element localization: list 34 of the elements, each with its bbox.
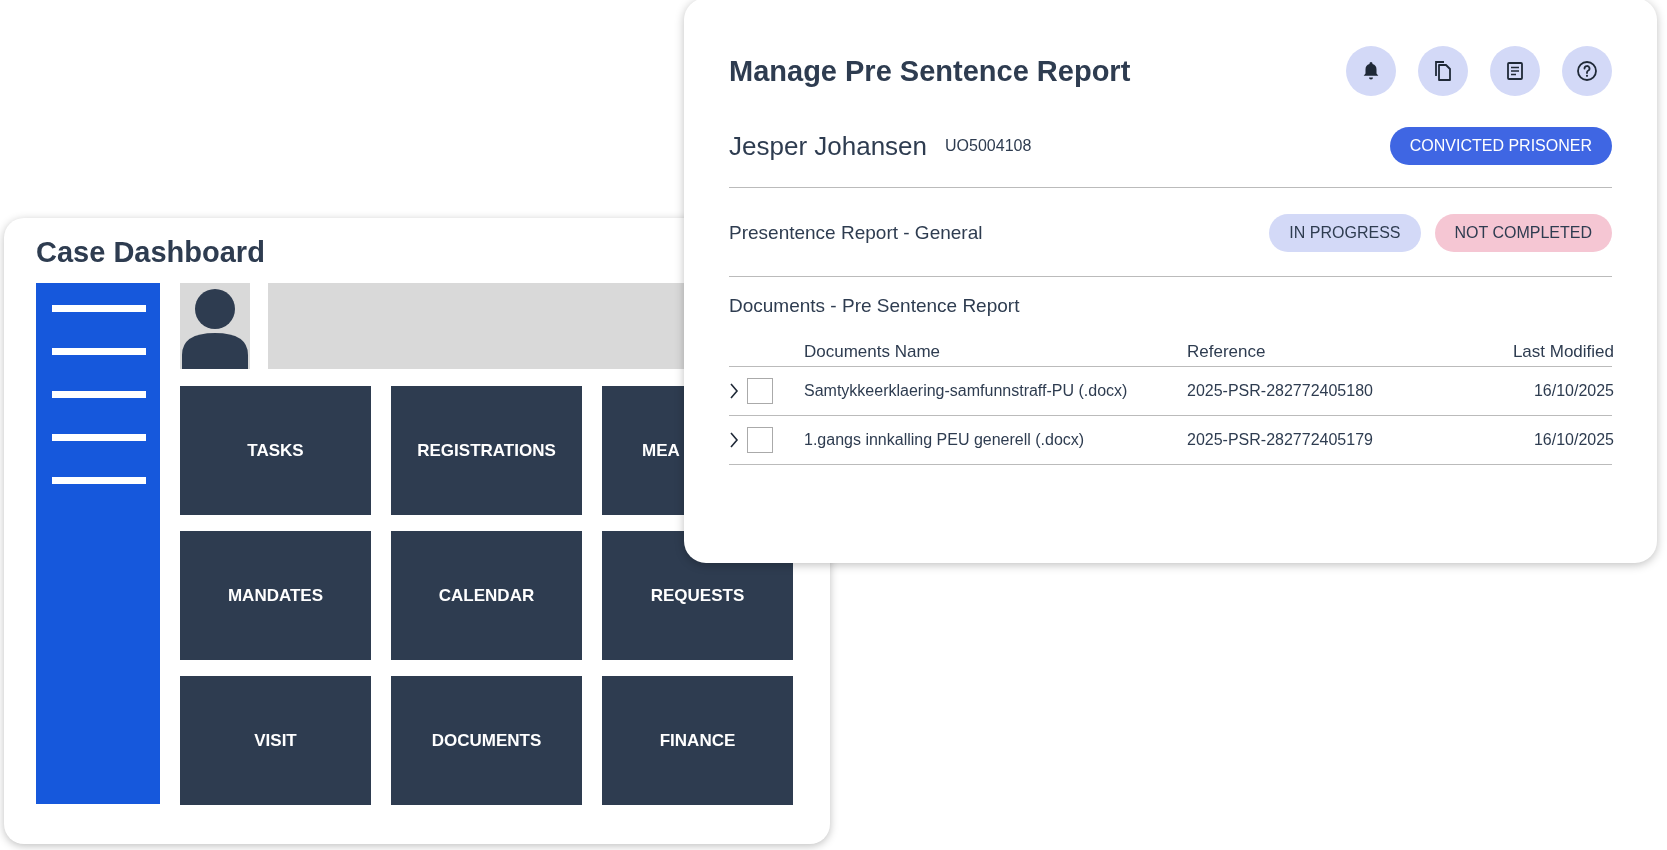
icon-button[interactable] <box>1346 46 1396 96</box>
help-icon <box>1575 59 1599 83</box>
status-chip: IN PROGRESS <box>1269 214 1421 252</box>
chevron-icon[interactable] <box>729 383 739 399</box>
tile[interactable]: DOCUMENTS <box>391 676 582 805</box>
column-header: Documents Name <box>804 342 942 362</box>
tile[interactable]: MANDATES <box>180 531 371 660</box>
table-cell-text: Samtykkeerklaering-samfunnstraff-PU (.docx) <box>804 382 1129 400</box>
table-cell-text: 1.gangs innkalling PEU generell (.docx) <box>804 431 1086 449</box>
panel-title: Manage Pre Sentence Report <box>729 54 1131 88</box>
table-cell-text: 16/10/2025 <box>1532 382 1614 400</box>
person-name: Jesper Johansen <box>729 130 928 162</box>
section-title: Documents - Pre Sentence Report <box>729 295 1021 317</box>
table-cell-text: 2025-PSR-282772405180 <box>1187 382 1374 400</box>
chevron-icon[interactable] <box>729 432 739 448</box>
icon-button[interactable] <box>1490 46 1540 96</box>
tile[interactable]: TASKS <box>180 386 371 515</box>
status-badge: CONVICTED PRISONER <box>1389 127 1612 165</box>
icon-button[interactable] <box>1418 46 1468 96</box>
status-chip: NOT COMPLETED <box>1434 214 1612 252</box>
checkbox[interactable] <box>747 427 773 453</box>
tile[interactable]: REGISTRATIONS <box>391 386 582 515</box>
tile[interactable]: VISIT <box>180 676 371 805</box>
column-header: Last Modified <box>1511 342 1614 362</box>
table-cell-text: 16/10/2025 <box>1532 431 1614 449</box>
table-cell-text: 2025-PSR-282772405179 <box>1187 431 1374 449</box>
column-header: Reference <box>1187 342 1267 362</box>
tile[interactable]: CALENDAR <box>391 531 582 660</box>
person-id: UO5004108 <box>945 137 1032 155</box>
tile[interactable]: FINANCE <box>602 676 793 805</box>
report-title: Presentence Report - General <box>729 222 983 244</box>
checkbox[interactable] <box>747 378 773 404</box>
dashboard-title: Case Dashboard <box>36 236 266 270</box>
icon-button[interactable] <box>1562 46 1612 96</box>
